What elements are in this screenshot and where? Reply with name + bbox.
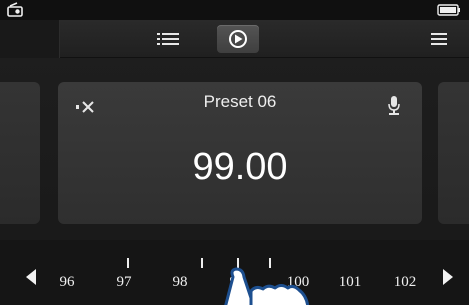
battery-icon: [437, 3, 461, 17]
hamburger-menu-icon: [426, 27, 454, 51]
menu-button[interactable]: [426, 27, 454, 51]
next-preset-card[interactable]: [438, 82, 469, 224]
list-view-button[interactable]: [153, 27, 185, 51]
list-view-icon: [153, 27, 185, 51]
toolbar: [0, 20, 469, 58]
tick-label-98: 98: [172, 274, 188, 290]
play-circle-icon: [217, 25, 259, 53]
back-tab[interactable]: [0, 20, 60, 58]
previous-preset-card[interactable]: [0, 82, 40, 224]
frequency-value: 99.00: [192, 146, 288, 188]
microphone-icon[interactable]: [386, 94, 402, 118]
preset-name: Preset 06: [203, 92, 277, 111]
radio-icon: [6, 2, 30, 18]
tick-label-101: 101: [338, 274, 362, 290]
tick-97: [127, 258, 129, 268]
right-small-marker: [418, 300, 426, 305]
play-view-button[interactable]: [217, 25, 259, 53]
tick-98-5: [201, 258, 203, 268]
right-arrow-icon[interactable]: [441, 268, 455, 286]
left-small-marker: [115, 300, 123, 305]
tick-label-97: 97: [116, 274, 132, 290]
status-bar: [0, 0, 469, 20]
tick-label-96: 96: [59, 274, 75, 290]
hand-pointer-icon: [222, 266, 332, 305]
tick-label-102: 102: [393, 274, 417, 290]
fm-radio-screen: Preset 06 99.00 96 97 98 99: [0, 0, 469, 305]
current-preset-card[interactable]: Preset 06 99.00: [58, 82, 422, 224]
